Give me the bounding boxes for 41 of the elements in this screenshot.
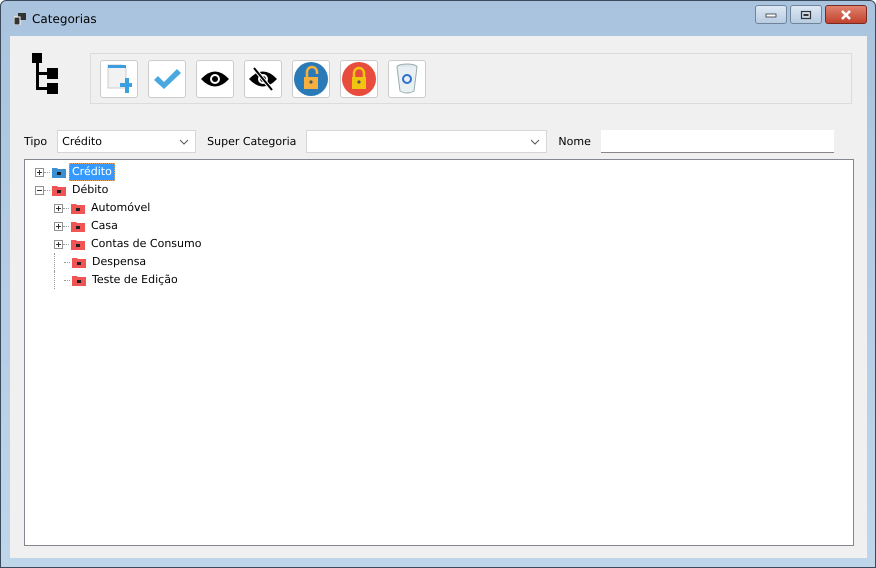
tree-node[interactable]: Teste de Edição [89, 271, 181, 289]
restore-icon [800, 10, 812, 20]
hide-button[interactable] [244, 60, 282, 98]
recycle-bin-icon [395, 62, 419, 94]
close-button[interactable] [825, 5, 867, 24]
eye-slash-icon [248, 66, 278, 90]
close-icon [839, 10, 853, 20]
open-padlock-icon [294, 62, 328, 96]
padlock-icon [342, 62, 376, 96]
new-document-icon [106, 64, 132, 94]
eye-icon [200, 70, 230, 88]
new-button[interactable] [100, 60, 138, 98]
super-categoria-label: Super Categoria [207, 135, 296, 148]
tipo-label: Tipo [24, 135, 48, 148]
expand-icon[interactable] [54, 240, 63, 248]
checkmark-icon [152, 66, 182, 90]
expand-icon[interactable] [35, 168, 44, 176]
hierarchy-icon [32, 53, 60, 95]
window-title: Categorias [32, 12, 97, 26]
expand-icon[interactable] [54, 222, 63, 230]
delete-button[interactable] [388, 60, 426, 98]
maximize-button[interactable] [790, 5, 822, 24]
collapse-icon[interactable] [35, 186, 44, 194]
chevron-down-icon [179, 138, 190, 144]
confirm-button[interactable] [148, 60, 186, 98]
chevron-down-icon [530, 138, 540, 144]
show-button[interactable] [196, 60, 234, 98]
tree-node[interactable]: Despensa [89, 253, 150, 271]
minimize-icon [765, 12, 777, 18]
app-icon [14, 12, 26, 24]
tree-node[interactable]: Débito [69, 181, 112, 199]
tree-node[interactable]: Contas de Consumo [88, 235, 204, 253]
tree-node[interactable]: Casa [88, 217, 121, 235]
tree-node[interactable]: Automóvel [88, 199, 154, 217]
minimize-button[interactable] [755, 5, 787, 24]
nome-field[interactable] [600, 130, 834, 153]
lock-button[interactable] [340, 60, 378, 98]
expand-icon[interactable] [54, 204, 63, 212]
nome-label: Nome [558, 135, 591, 148]
unlock-button[interactable] [292, 60, 330, 98]
tipo-dropdown[interactable]: Crédito [57, 130, 196, 153]
